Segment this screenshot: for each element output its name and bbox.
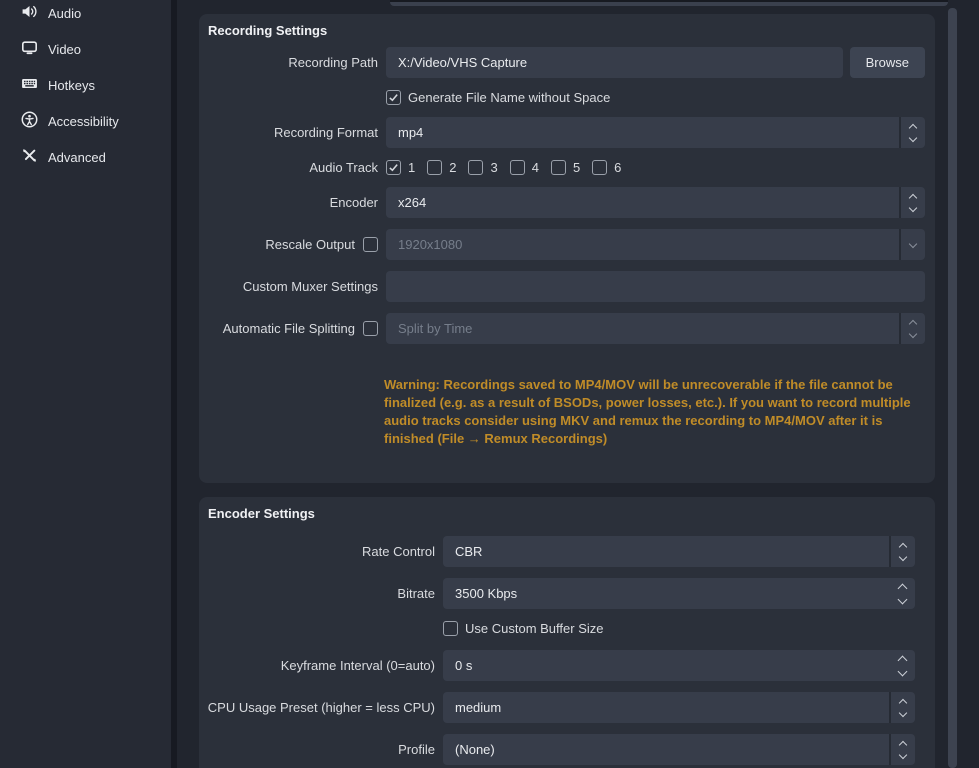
bitrate-spinbox[interactable]: 3500 Kbps [443,578,915,609]
recording-format-row: Recording Format mp4 [199,117,935,148]
audio-track-2-label: 2 [449,160,456,175]
profile-value: (None) [443,742,889,757]
encoder-label: Encoder [330,195,378,210]
auto-file-splitting-label: Automatic File Splitting [223,321,355,336]
custom-buffer-checkbox[interactable] [443,621,458,636]
cpu-usage-preset-value: medium [443,700,889,715]
sidebar-item-label: Video [48,42,81,57]
audio-track-4-checkbox[interactable] [510,160,525,175]
generate-filename-row: Generate File Name without Space [199,89,935,105]
audio-track-1-checkbox[interactable] [386,160,401,175]
profile-row: Profile (None) [199,734,935,765]
keyboard-icon [21,75,38,95]
recording-path-input[interactable] [386,47,843,78]
keyframe-interval-spinbox[interactable]: 0 s [443,650,915,681]
spinner-arrows-icon[interactable] [889,578,915,609]
recording-path-row: Recording Path Browse [199,47,935,78]
custom-buffer-row: Use Custom Buffer Size [199,620,935,636]
audio-track-4-label: 4 [532,160,539,175]
keyframe-interval-row: Keyframe Interval (0=auto) 0 s [199,650,935,681]
rate-control-select[interactable]: CBR [443,536,915,567]
recording-settings-panel: Recording Settings Recording Path Browse… [199,14,935,483]
sidebar-item-hotkeys[interactable]: Hotkeys [0,67,171,103]
settings-nav-list: Audio Video Hotkeys Accessibility Advanc… [0,0,171,175]
sidebar-item-advanced[interactable]: Advanced [0,139,171,175]
settings-sidebar: Audio Video Hotkeys Accessibility Advanc… [0,0,171,768]
sidebar-item-video[interactable]: Video [0,31,171,67]
rescale-output-label: Rescale Output [265,237,355,252]
cpu-usage-preset-select[interactable]: medium [443,692,915,723]
audio-track-5-checkbox[interactable] [551,160,566,175]
tools-icon [21,147,38,167]
dropdown-arrow-icon[interactable] [899,229,925,260]
browse-button[interactable]: Browse [850,47,925,78]
clipped-field-above [390,0,948,6]
sidebar-item-label: Accessibility [48,114,119,129]
accessibility-icon [21,111,38,131]
spinner-arrows-icon[interactable] [889,692,915,723]
rescale-output-checkbox[interactable] [363,237,378,252]
rate-control-row: Rate Control CBR [199,536,935,567]
sidebar-item-label: Advanced [48,150,106,165]
auto-file-splitting-checkbox[interactable] [363,321,378,336]
recording-path-label: Recording Path [288,55,378,70]
encoder-value: x264 [386,195,899,210]
bitrate-row: Bitrate 3500 Kbps [199,578,935,609]
audio-track-3-checkbox[interactable] [468,160,483,175]
spinner-arrows-icon[interactable] [889,734,915,765]
audio-track-2-checkbox[interactable] [427,160,442,175]
profile-label: Profile [398,742,435,757]
generate-filename-checkbox[interactable] [386,90,401,105]
bitrate-value: 3500 Kbps [443,586,889,601]
vertical-scrollbar[interactable] [948,8,957,768]
spinner-arrows-icon[interactable] [889,650,915,681]
monitor-icon [21,39,38,59]
settings-content: Recording Settings Recording Path Browse… [177,0,979,768]
encoder-select[interactable]: x264 [386,187,925,218]
generate-filename-label: Generate File Name without Space [408,90,610,105]
audio-track-5-label: 5 [573,160,580,175]
mp4-warning-text: Warning: Recordings saved to MP4/MOV wil… [384,376,932,448]
encoder-settings-title: Encoder Settings [199,497,935,522]
spinner-arrows-icon[interactable] [899,313,925,344]
recording-format-select[interactable]: mp4 [386,117,925,148]
rescale-output-row: Rescale Output 1920x1080 [199,229,935,260]
spinner-arrows-icon[interactable] [889,536,915,567]
sidebar-item-label: Hotkeys [48,78,95,93]
recording-format-label: Recording Format [274,125,378,140]
keyframe-interval-label: Keyframe Interval (0=auto) [281,658,435,673]
audio-track-6-checkbox[interactable] [592,160,607,175]
keyframe-interval-value: 0 s [443,658,889,673]
rescale-output-select[interactable]: 1920x1080 [386,229,925,260]
auto-file-splitting-row: Automatic File Splitting Split by Time [199,313,935,344]
encoder-row: Encoder x264 [199,187,935,218]
sidebar-item-audio[interactable]: Audio [0,0,171,31]
auto-file-splitting-value: Split by Time [386,321,899,336]
audio-track-1-label: 1 [408,160,415,175]
audio-track-3-label: 3 [490,160,497,175]
recording-format-value: mp4 [386,125,899,140]
spinner-arrows-icon[interactable] [899,117,925,148]
custom-muxer-label: Custom Muxer Settings [243,279,378,294]
rate-control-value: CBR [443,544,889,559]
spinner-arrows-icon[interactable] [899,187,925,218]
cpu-usage-preset-label: CPU Usage Preset (higher = less CPU) [208,700,435,715]
audio-track-row: Audio Track 1 2 3 4 5 6 [199,159,935,175]
sidebar-item-accessibility[interactable]: Accessibility [0,103,171,139]
custom-muxer-input[interactable] [386,271,925,302]
recording-settings-title: Recording Settings [199,14,935,39]
profile-select[interactable]: (None) [443,734,915,765]
encoder-settings-panel: Encoder Settings Rate Control CBR Bitrat… [199,497,935,768]
rate-control-label: Rate Control [362,544,435,559]
audio-track-6-label: 6 [614,160,621,175]
rescale-output-value: 1920x1080 [386,237,899,252]
custom-muxer-row: Custom Muxer Settings [199,271,935,302]
cpu-usage-preset-row: CPU Usage Preset (higher = less CPU) med… [199,692,935,723]
custom-buffer-label: Use Custom Buffer Size [465,621,603,636]
auto-file-splitting-select[interactable]: Split by Time [386,313,925,344]
sidebar-item-label: Audio [48,6,81,21]
audio-track-label: Audio Track [309,160,378,175]
speaker-icon [21,3,38,23]
bitrate-label: Bitrate [397,586,435,601]
